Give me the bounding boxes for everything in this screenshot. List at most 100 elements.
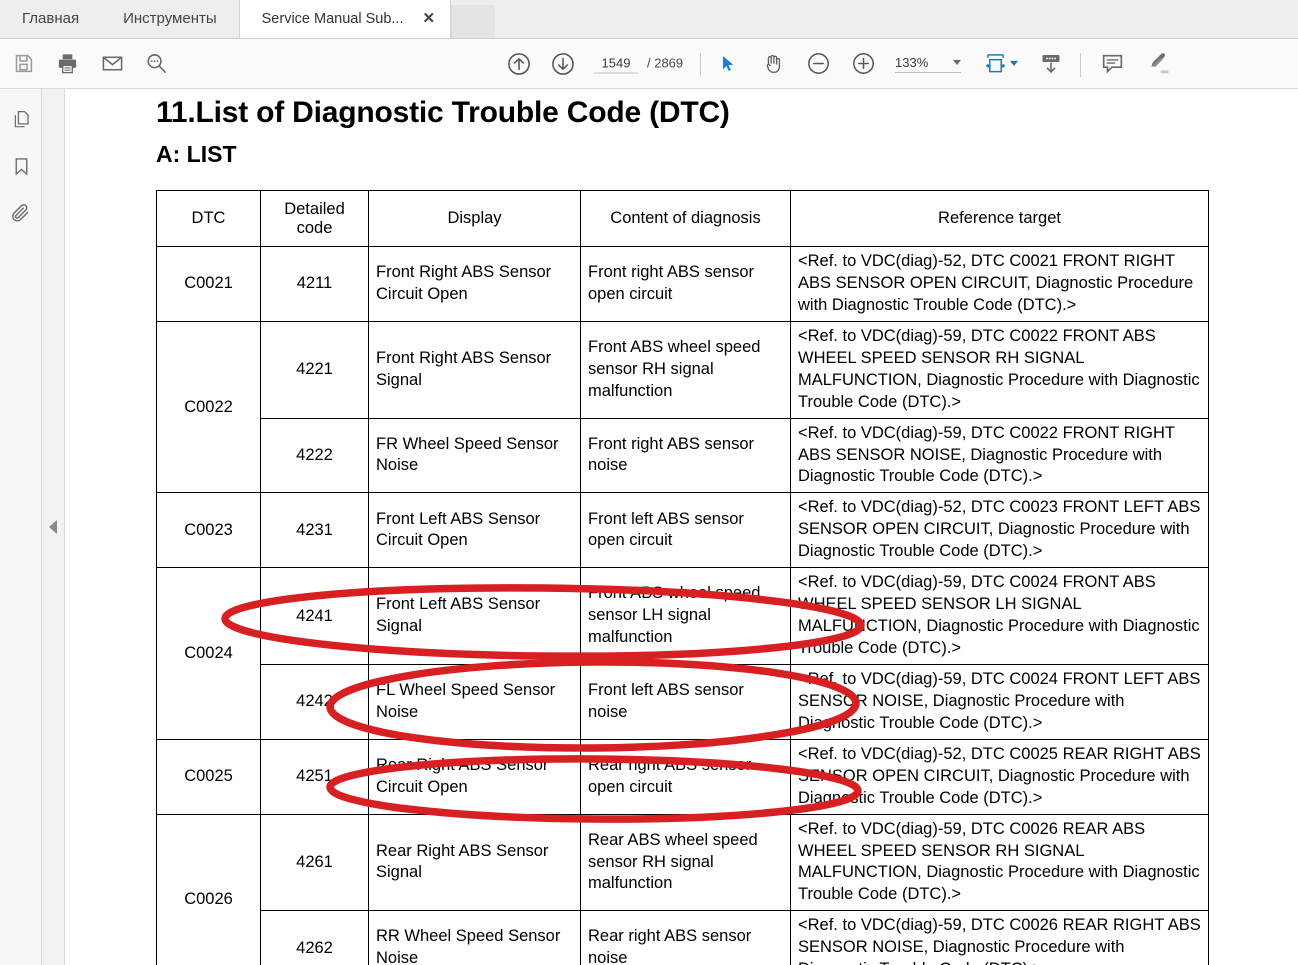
panel-collapse-strip[interactable] [42,89,65,965]
cell-display: Front Left ABS Sensor Circuit Open [368,492,581,569]
collapse-panel-arrow-icon[interactable] [49,520,57,534]
page-navigator: / 2869 [594,54,683,73]
cell-reference: <Ref. to VDC(diag)-52, DTC C0025 REAR RI… [790,738,1209,815]
bookmarks-button[interactable] [6,151,36,181]
scroll-mode-button[interactable] [1036,49,1066,79]
cell-dtc: C0022 [156,320,261,494]
tab-tools[interactable]: Инструменты [101,0,239,38]
cell-display: Front Right ABS Sensor Circuit Open [368,246,581,322]
zoom-in-icon [852,53,874,74]
zoom-in-button[interactable] [848,49,878,79]
zoom-level-value: 133% [895,54,929,70]
col-header-dtc: DTC [156,190,261,247]
scroll-mode-icon [1042,54,1060,73]
pdf-page-canvas: 11.List of Diagnostic Trouble Code (DTC)… [66,89,1298,965]
cell-content: Rear right ABS sensor noise [580,910,791,965]
cell-reference: <Ref. to VDC(diag)-59, DTC C0026 REAR AB… [790,813,1209,912]
toolbar-divider-1 [700,53,701,77]
next-page-button[interactable] [548,49,578,79]
highlight-pen-icon [1151,53,1168,74]
cell-code: 4251 [260,738,369,815]
toolbar-divider-2 [1080,53,1081,77]
cell-code: 4231 [260,492,369,569]
zoom-out-button[interactable] [803,49,833,79]
zoom-level-select[interactable]: 133% [895,55,961,73]
table-row: C0025 4251 Rear Right ABS Sensor Circuit… [156,738,1209,815]
cell-content: Rear right ABS sensor open circuit [580,738,791,815]
page-thumbnails-icon [14,110,29,127]
cell-content: Front ABS wheel speed sensor LH signal m… [580,567,791,665]
dtc-table: DTC Detailed code Display Content of dia… [156,190,1209,965]
tab-bar-filler [451,5,496,38]
cell-content: Front right ABS sensor open circuit [580,246,791,322]
page-total-label: / 2869 [647,55,684,70]
table-row: C0022 4221 Front Right ABS Sensor Signal… [156,320,1209,494]
search-button[interactable] [141,49,171,79]
table-row: 4262 RR Wheel Speed Sensor Noise Rear ri… [157,910,1209,965]
pdf-toolbar: / 2869 133% [0,39,1298,89]
cell-display: Rear Right ABS Sensor Signal [368,813,581,912]
fit-page-icon [985,54,1006,73]
cell-reference: <Ref. to VDC(diag)-59, DTC C0024 FRONT A… [790,567,1209,665]
cell-display: FL Wheel Speed Sensor Noise [368,663,581,740]
arrow-up-circle-icon [508,52,530,75]
cell-content: Front right ABS sensor noise [580,417,791,494]
highlight-button[interactable] [1143,49,1173,79]
arrow-down-circle-icon [552,52,574,75]
cell-display: Rear Right ABS Sensor Circuit Open [368,738,581,815]
table-row: 4242 FL Wheel Speed Sensor Noise Front l… [157,663,1209,740]
table-row: C0021 4211 Front Right ABS Sensor Circui… [156,246,1209,322]
table-row: C0024 4241 Front Left ABS Sensor Signal … [156,567,1209,740]
cell-reference: <Ref. to VDC(diag)-52, DTC C0023 FRONT L… [790,492,1209,569]
cell-dtc: C0023 [156,492,261,569]
cell-dtc: C0024 [156,567,261,740]
col-header-detailed-code-line1: Detailed [284,199,345,218]
cell-code: 4242 [260,663,369,740]
cell-display: Front Left ABS Sensor Signal [368,567,581,665]
cell-display: FR Wheel Speed Sensor Noise [368,417,581,494]
table-header-row: DTC Detailed code Display Content of dia… [156,190,1209,247]
tab-home[interactable]: Главная [0,0,101,38]
left-tool-rail [0,89,42,965]
comment-button[interactable] [1097,49,1127,79]
tab-service-manual-label: Service Manual Sub... [261,10,404,27]
dtc-table-body: C0021 4211 Front Right ABS Sensor Circui… [156,246,1209,965]
email-button[interactable] [97,49,127,79]
cell-content: Rear ABS wheel speed sensor RH signal ma… [580,813,791,912]
cell-dtc: C0021 [156,246,261,322]
chevron-down-icon [1010,61,1018,66]
save-button[interactable] [8,49,38,79]
col-header-display: Display [368,190,581,247]
tab-tools-label: Инструменты [123,10,217,27]
browser-tab-bar: Главная Инструменты Service Manual Sub..… [0,0,1298,39]
cell-code: 4262 [260,910,369,965]
cell-code: 4211 [260,246,369,322]
col-header-detailed-code: Detailed code [260,190,369,247]
previous-page-button[interactable] [504,49,534,79]
close-icon[interactable]: ✕ [419,11,438,26]
email-icon [102,56,122,71]
pan-tool-button[interactable] [758,49,788,79]
select-cursor-icon [722,55,733,72]
page-thumbnails-button[interactable] [6,104,36,134]
comment-icon [1102,54,1122,74]
zoom-out-icon [807,53,829,74]
cell-code: 4221 [260,320,369,419]
cell-dtc: C0026 [156,813,261,965]
col-header-detailed-code-line2: code [296,218,333,237]
search-icon [146,54,166,73]
table-row: C0023 4231 Front Left ABS Sensor Circuit… [156,492,1209,569]
page-number-input[interactable] [594,54,638,73]
save-icon [15,54,32,73]
fit-page-button[interactable] [980,49,1022,79]
attachments-icon [12,204,29,222]
cell-code: 4222 [260,417,369,494]
print-button[interactable] [52,49,82,79]
attachments-button[interactable] [6,198,36,228]
cell-content: Front left ABS sensor noise [580,663,791,740]
cell-code: 4261 [260,813,369,912]
select-tool-button[interactable] [713,49,743,79]
tab-service-manual[interactable]: Service Manual Sub... ✕ [238,0,452,38]
cell-display: RR Wheel Speed Sensor Noise [368,910,581,965]
table-row: C0026 4261 Rear Right ABS Sensor Signal … [156,813,1209,965]
